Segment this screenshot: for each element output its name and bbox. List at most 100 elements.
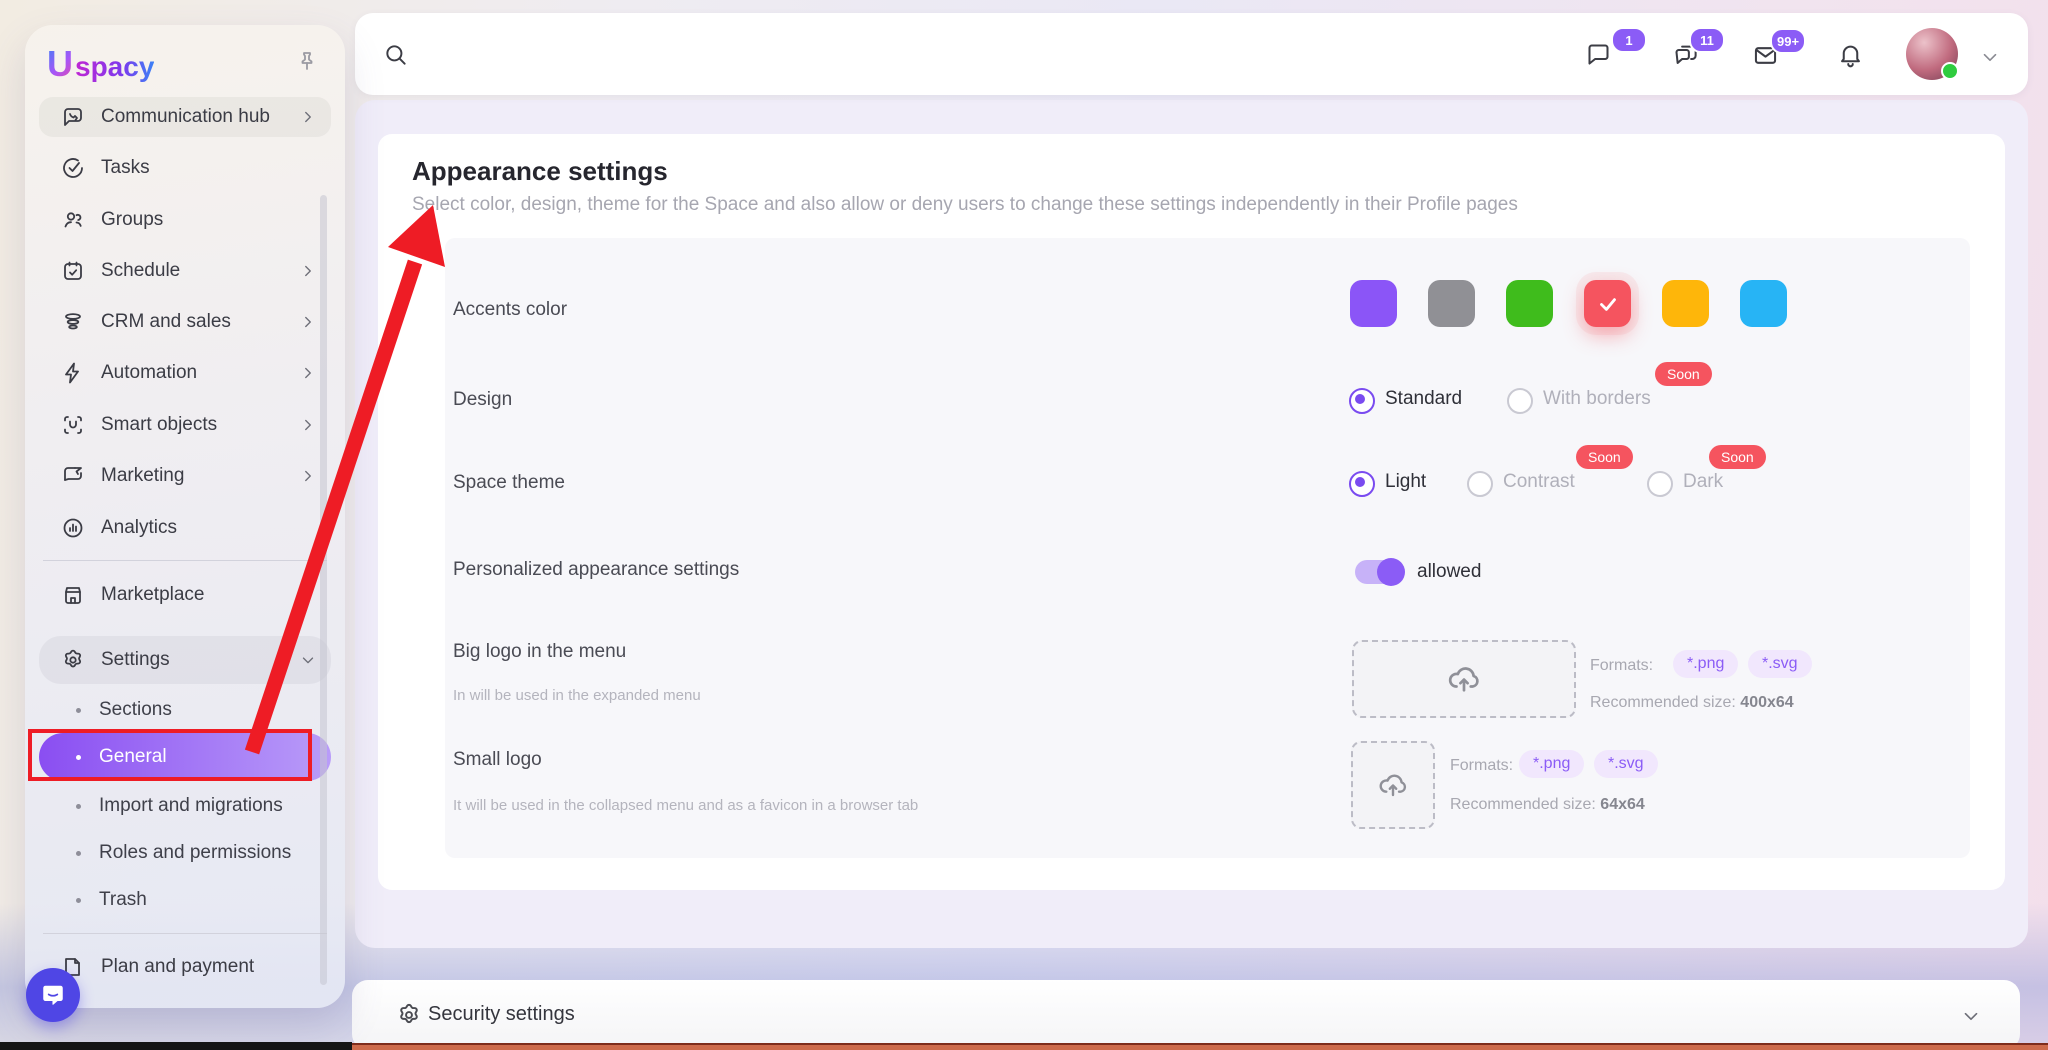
- format-pill-svg: *.svg: [1594, 750, 1658, 778]
- accent-swatch-gray[interactable]: [1428, 280, 1475, 327]
- format-pill-png: *.png: [1519, 750, 1584, 778]
- sidebar-item-label: Schedule: [101, 260, 299, 282]
- search-input[interactable]: [383, 42, 409, 68]
- chevron-down-icon[interactable]: [1960, 1005, 1982, 1027]
- appearance-form-panel: Accents color Design Standard With borde…: [445, 238, 1970, 858]
- bell-icon: [1837, 41, 1864, 68]
- soon-badge: Soon: [1709, 445, 1766, 469]
- sidebar-divider: [43, 560, 327, 561]
- uspacy-logo: U spacy: [47, 43, 154, 85]
- messenger-badge: 11: [1689, 27, 1725, 53]
- cloud-upload-icon: [1446, 661, 1482, 697]
- sidebar-item-groups[interactable]: Groups: [39, 200, 331, 240]
- small-logo-formats-label: Formats:: [1450, 757, 1513, 775]
- sidebar-item-crm-and-sales[interactable]: CRM and sales: [39, 302, 331, 342]
- format-pill-png: *.png: [1673, 650, 1738, 678]
- sidebar-item-label: Automation: [101, 362, 299, 384]
- profile-menu-button[interactable]: [1979, 46, 2001, 68]
- sidebar: U spacy Communication hub Tasks Groups: [25, 25, 345, 1008]
- chevron-right-icon: [299, 364, 317, 382]
- sidebar-item-automation[interactable]: Automation: [39, 353, 331, 393]
- theme-contrast-text[interactable]: Contrast: [1503, 471, 1575, 493]
- sidebar-item-analytics[interactable]: Analytics: [39, 508, 331, 548]
- sidebar-item-schedule[interactable]: Schedule: [39, 251, 331, 291]
- sidebar-item-marketplace[interactable]: Marketplace: [39, 575, 331, 615]
- sidebar-divider: [43, 933, 327, 934]
- bullet-dot: [76, 851, 81, 856]
- mail-badge: 99+: [1770, 28, 1806, 54]
- bullet-dot: [76, 708, 81, 713]
- chat-button[interactable]: [1585, 41, 1612, 68]
- marketplace-icon: [61, 583, 85, 607]
- theme-contrast-radio[interactable]: [1467, 471, 1493, 497]
- sidebar-item-settings[interactable]: Settings: [39, 636, 331, 684]
- sidebar-subitem-label: Import and migrations: [99, 795, 283, 817]
- logo-mark: U: [47, 43, 73, 85]
- chevron-right-icon: [299, 313, 317, 331]
- sidebar-item-label: Groups: [101, 209, 317, 231]
- sidebar-item-communication-hub[interactable]: Communication hub: [39, 97, 331, 137]
- avatar[interactable]: [1906, 28, 1958, 80]
- sidebar-subitem-sections[interactable]: Sections: [39, 690, 331, 730]
- sidebar-item-label: Analytics: [101, 517, 317, 539]
- small-logo-upload-dropzone[interactable]: [1351, 741, 1435, 829]
- bullet-dot: [76, 804, 81, 809]
- appearance-settings-card: Appearance settings Select color, design…: [378, 134, 2005, 890]
- intercom-chat-icon: [40, 982, 66, 1008]
- sidebar-item-label: Marketplace: [101, 584, 317, 606]
- accent-swatch-amber[interactable]: [1662, 280, 1709, 327]
- sidebar-subitem-roles-and-permissions[interactable]: Roles and permissions: [39, 833, 331, 873]
- accent-swatch-red-selected[interactable]: [1584, 280, 1631, 327]
- sidebar-item-plan-and-payment[interactable]: Plan and payment: [39, 947, 331, 987]
- chevron-right-icon: [299, 467, 317, 485]
- notifications-button[interactable]: [1837, 41, 1864, 68]
- sidebar-item-label: Settings: [101, 649, 299, 671]
- sidebar-item-label: Communication hub: [101, 106, 299, 128]
- sidebar-subitem-label: Trash: [99, 889, 147, 911]
- sidebar-scrollbar[interactable]: [320, 195, 327, 985]
- soon-badge: Soon: [1576, 445, 1633, 469]
- pin-icon[interactable]: [295, 49, 319, 73]
- theme-dark-text[interactable]: Dark: [1683, 471, 1723, 493]
- sidebar-subitem-label: Sections: [99, 699, 172, 721]
- security-settings-section[interactable]: Security settings: [352, 980, 2020, 1050]
- design-standard-radio[interactable]: [1349, 388, 1375, 414]
- design-with-borders-radio[interactable]: [1507, 388, 1533, 414]
- gear-icon: [396, 1002, 422, 1028]
- personalized-settings-label: Personalized appearance settings: [453, 559, 739, 581]
- intercom-chat-button[interactable]: [26, 968, 80, 1022]
- online-status-dot: [1941, 62, 1959, 80]
- accent-swatch-purple[interactable]: [1350, 280, 1397, 327]
- groups-icon: [61, 208, 85, 232]
- toggle-knob: [1377, 558, 1405, 586]
- chat-badge: 1: [1611, 27, 1647, 53]
- sidebar-subitem-trash[interactable]: Trash: [39, 880, 331, 920]
- sidebar-subitem-import-and-migrations[interactable]: Import and migrations: [39, 786, 331, 826]
- page: 1 11 99+ Appear: [0, 0, 2048, 1050]
- space-theme-label: Space theme: [453, 472, 565, 494]
- theme-light-radio[interactable]: [1349, 471, 1375, 497]
- sidebar-item-marketing[interactable]: Marketing: [39, 456, 331, 496]
- sidebar-item-label: Smart objects: [101, 414, 299, 436]
- sidebar-item-label: Marketing: [101, 465, 299, 487]
- sidebar-item-smart-objects[interactable]: Smart objects: [39, 405, 331, 445]
- big-logo-hint: In will be used in the expanded menu: [453, 687, 701, 704]
- big-logo-label: Big logo in the menu: [453, 641, 626, 663]
- theme-light-text[interactable]: Light: [1385, 471, 1426, 493]
- design-standard-text[interactable]: Standard: [1385, 388, 1462, 410]
- big-logo-formats-label: Formats:: [1590, 657, 1653, 675]
- topbar: 1 11 99+: [355, 13, 2028, 95]
- theme-dark-radio[interactable]: [1647, 471, 1673, 497]
- small-logo-hint: It will be used in the collapsed menu an…: [453, 797, 918, 814]
- personalized-toggle[interactable]: [1355, 560, 1403, 584]
- big-logo-upload-dropzone[interactable]: [1352, 640, 1576, 718]
- accent-swatch-green[interactable]: [1506, 280, 1553, 327]
- logo-word: spacy: [75, 51, 154, 83]
- search-icon: [383, 42, 409, 68]
- accent-swatch-cyan[interactable]: [1740, 280, 1787, 327]
- cloud-upload-icon: [1377, 769, 1409, 801]
- sidebar-item-tasks[interactable]: Tasks: [39, 148, 331, 188]
- bottom-strip-orange: [352, 1043, 2048, 1050]
- design-with-borders-text[interactable]: With borders: [1543, 388, 1651, 410]
- page-title: Appearance settings: [412, 156, 668, 187]
